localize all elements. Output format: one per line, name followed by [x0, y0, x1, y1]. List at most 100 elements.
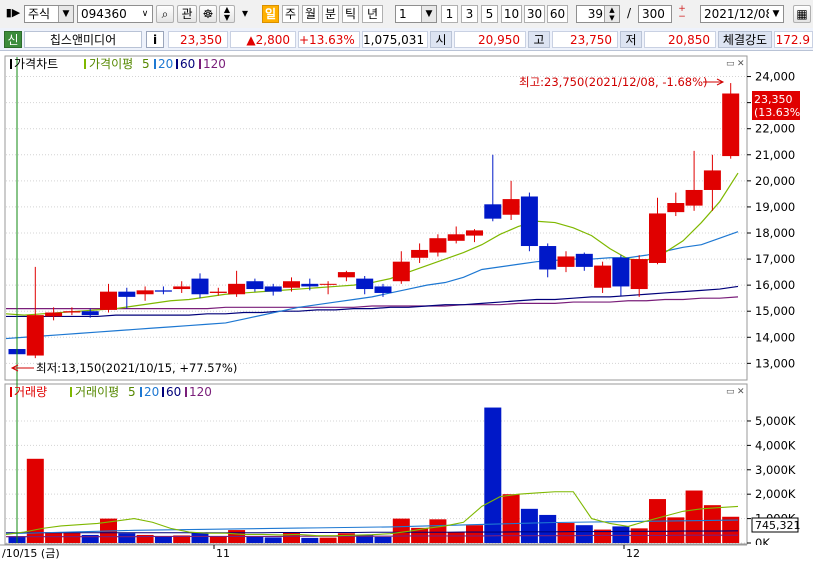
candle-up[interactable] — [100, 291, 117, 310]
candle-up[interactable] — [63, 311, 81, 313]
candle-up[interactable] — [703, 170, 721, 190]
interval-select[interactable]: 1 ▼ — [395, 5, 437, 23]
minimize-icon[interactable]: ▭ — [726, 387, 735, 397]
candle-up[interactable] — [466, 230, 483, 236]
candle-down[interactable] — [539, 246, 557, 270]
interval-preset-10[interactable]: 10 — [501, 5, 522, 23]
candle-down[interactable] — [374, 286, 392, 293]
volume-bar[interactable] — [154, 536, 172, 543]
candle-up[interactable] — [283, 281, 300, 288]
volume-bar[interactable] — [301, 537, 319, 543]
candle-up[interactable] — [557, 256, 575, 267]
candle-down[interactable] — [301, 283, 319, 287]
tab-period-tick[interactable]: 틱 — [342, 5, 359, 23]
stock-code-input[interactable]: 094360 ∨ — [77, 5, 153, 23]
chevron-down-icon[interactable]: ▼ — [421, 6, 436, 22]
volume-bar[interactable] — [283, 532, 300, 543]
interval-preset-5[interactable]: 5 — [481, 5, 498, 23]
volume-bar[interactable] — [374, 536, 392, 543]
chevron-down-icon[interactable]: ▼ — [769, 6, 783, 22]
close-icon[interactable]: ✕ — [737, 387, 745, 397]
volume-bar[interactable] — [575, 525, 593, 543]
candle-down[interactable] — [246, 281, 264, 290]
menu-arrow-icon[interactable]: ▮▶ — [4, 5, 22, 23]
volume-bar[interactable] — [447, 532, 465, 543]
volume-bar[interactable] — [392, 518, 410, 543]
volume-bar[interactable] — [429, 519, 447, 543]
candle-down[interactable] — [154, 290, 172, 292]
chart-area[interactable]: 24,00023,00022,00021,00020,00019,00018,0… — [0, 52, 813, 560]
interval-preset-1[interactable]: 1 — [441, 5, 458, 23]
candle-up[interactable] — [594, 265, 612, 288]
watch-button[interactable]: 관 — [177, 5, 197, 23]
tab-period-day[interactable]: 일 — [262, 5, 279, 23]
total-count-input[interactable]: 300 — [638, 5, 672, 23]
volume-bar[interactable] — [703, 505, 721, 543]
volume-bar[interactable] — [612, 526, 630, 543]
volume-bar[interactable] — [45, 532, 63, 543]
sync-button[interactable]: ☸ — [199, 5, 217, 23]
volume-bar[interactable] — [484, 407, 502, 543]
candle-up[interactable] — [26, 315, 44, 356]
candle-up[interactable] — [136, 290, 154, 295]
interval-preset-60[interactable]: 60 — [547, 5, 568, 23]
volume-bar[interactable] — [246, 536, 264, 543]
candle-down[interactable] — [520, 196, 538, 247]
candle-up[interactable] — [667, 203, 685, 213]
candle-down[interactable] — [118, 291, 136, 297]
date-select[interactable]: 2021/12/08 ▼ — [700, 5, 784, 23]
candle-up[interactable] — [411, 249, 429, 258]
tab-period-year[interactable]: 년 — [362, 5, 383, 23]
candle-up[interactable] — [319, 283, 337, 285]
zoom-stepper-icon[interactable]: + − — [674, 5, 690, 23]
candle-up[interactable] — [228, 283, 246, 295]
candle-up[interactable] — [173, 286, 191, 290]
tab-period-month[interactable]: 월 — [302, 5, 319, 23]
candle-up[interactable] — [209, 291, 227, 293]
chart-canvas[interactable]: 24,00023,00022,00021,00020,00019,00018,0… — [0, 52, 813, 560]
candle-down[interactable] — [612, 257, 630, 287]
volume-bar[interactable] — [557, 522, 575, 543]
tab-period-week[interactable]: 주 — [282, 5, 299, 23]
volume-bar[interactable] — [520, 508, 538, 543]
search-button[interactable]: ⌕ — [156, 5, 174, 23]
volume-bar[interactable] — [466, 525, 483, 543]
minimize-icon[interactable]: ▭ — [726, 59, 735, 69]
candle-down[interactable] — [191, 278, 209, 295]
stepper-button[interactable]: ▲ ▼ — [219, 5, 235, 23]
volume-bar[interactable] — [539, 514, 557, 543]
candle-up[interactable] — [45, 312, 63, 317]
candle-up[interactable] — [502, 199, 520, 215]
candle-down[interactable] — [484, 204, 502, 219]
chevron-down-icon[interactable]: ▼ — [58, 6, 73, 22]
candle-up[interactable] — [447, 234, 465, 241]
close-icon[interactable]: ✕ — [737, 59, 745, 69]
spinner-icon[interactable]: ▲ ▼ — [604, 6, 619, 22]
candle-up[interactable] — [392, 261, 410, 282]
candle-up[interactable] — [630, 259, 648, 290]
market-select[interactable]: 주식 ▼ — [24, 5, 74, 23]
candle-down[interactable] — [81, 311, 99, 316]
chevron-down-icon[interactable]: ∨ — [138, 6, 152, 22]
volume-bar[interactable] — [319, 537, 337, 543]
candle-up[interactable] — [649, 213, 666, 263]
candle-up[interactable] — [337, 272, 355, 278]
volume-bar[interactable] — [118, 533, 136, 543]
candle-up[interactable] — [685, 189, 703, 206]
interval-preset-3[interactable]: 3 — [461, 5, 478, 23]
volume-bar[interactable] — [63, 532, 81, 543]
calendar-button[interactable]: ▦ — [793, 5, 811, 23]
candle-down[interactable] — [264, 286, 282, 292]
candle-up[interactable] — [429, 238, 447, 253]
candle-up[interactable] — [722, 93, 740, 157]
interval-preset-30[interactable]: 30 — [524, 5, 545, 23]
candle-down[interactable] — [356, 278, 374, 290]
more-menu-icon[interactable]: ▾ — [238, 5, 252, 23]
volume-bar[interactable] — [191, 532, 209, 543]
volume-bar[interactable] — [264, 537, 282, 543]
tab-period-minute[interactable]: 분 — [322, 5, 339, 23]
info-button[interactable]: i — [146, 31, 164, 48]
volume-bar[interactable] — [209, 536, 227, 543]
visible-count-input[interactable]: 39 ▲ ▼ — [576, 5, 620, 23]
candle-down[interactable] — [575, 253, 593, 267]
